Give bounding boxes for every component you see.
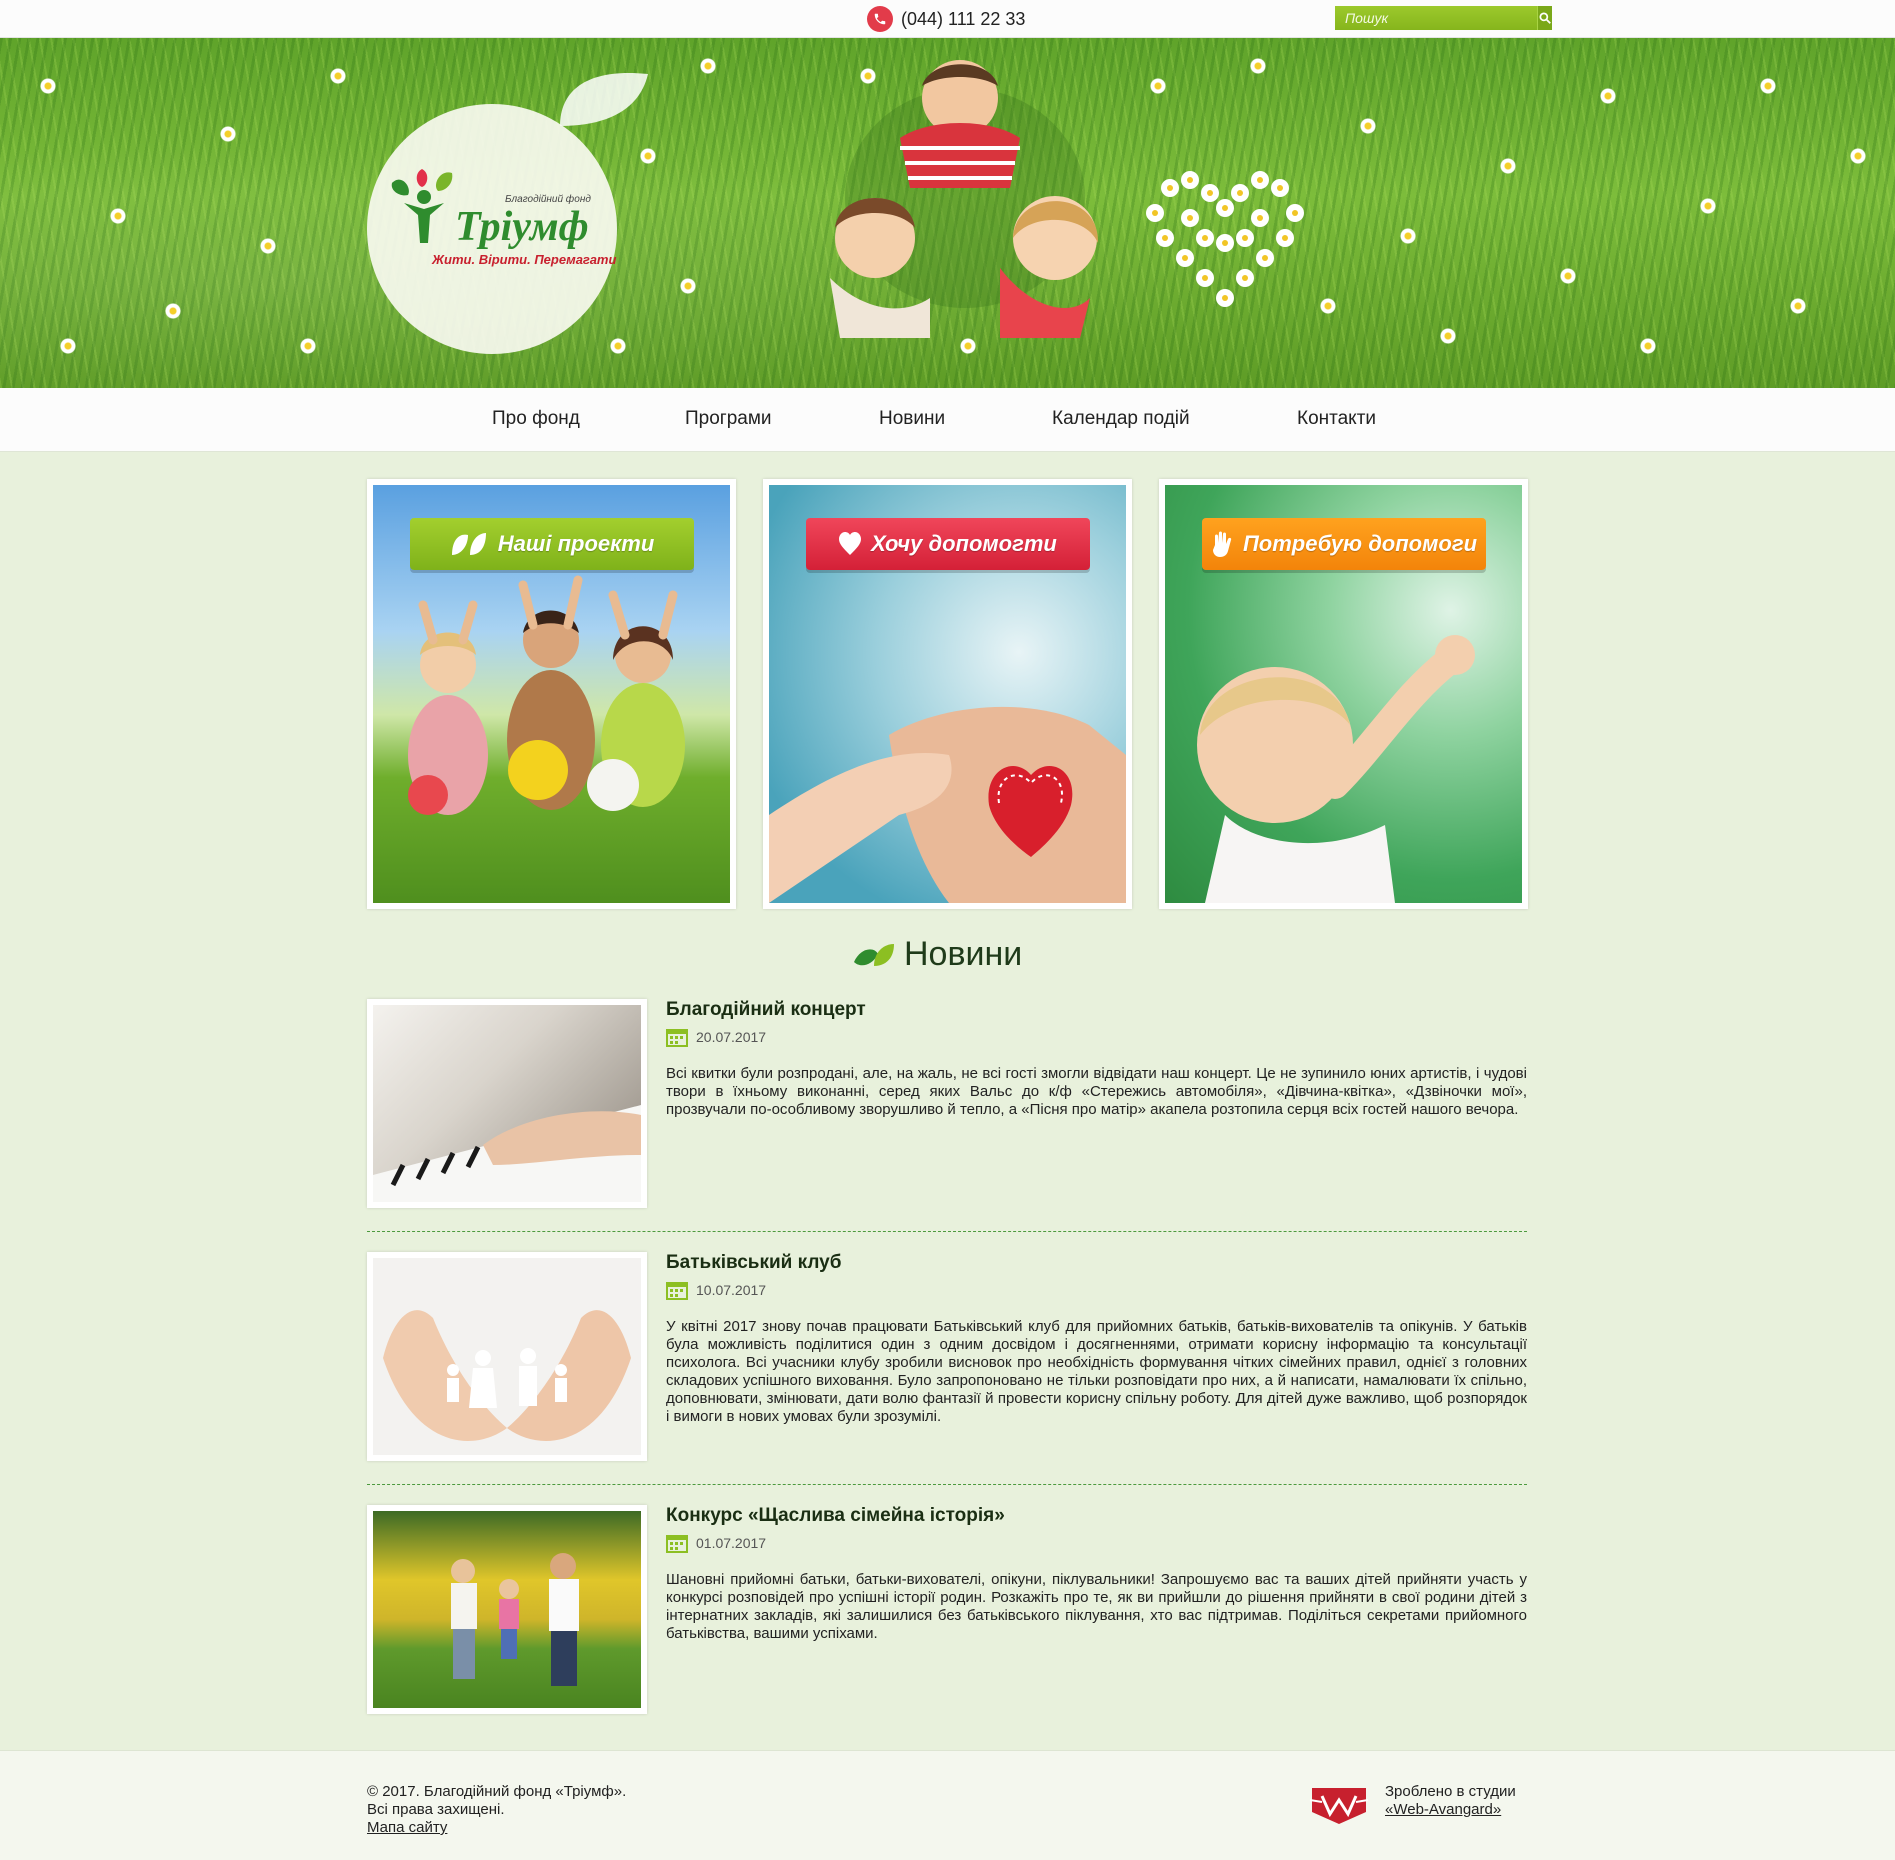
news-date-text: 10.07.2017: [696, 1282, 767, 1298]
news-date: 01.07.2017: [666, 1533, 766, 1553]
card-want-to-help[interactable]: Хочу допомогти: [763, 479, 1132, 909]
heart-icon: [839, 532, 862, 555]
logo-motto: Жити. Вірити. Перемагати: [432, 252, 617, 267]
news-title[interactable]: Батьківський клуб: [666, 1252, 841, 1274]
news-item: Батьківський клуб 10.07.2017 У квітні 20…: [367, 1252, 1527, 1462]
news-item: Благодійний концерт 20.07.2017 Всі квитк…: [367, 999, 1527, 1209]
card-our-projects[interactable]: Наші проекти: [367, 479, 736, 909]
logo-figure-icon: [391, 169, 453, 243]
logo-title: Тріумф: [455, 204, 589, 250]
calendar-icon: [666, 1029, 688, 1047]
need-help-label: Потребую допомоги: [1242, 531, 1478, 556]
news-divider: [367, 1484, 1527, 1485]
news-title[interactable]: Благодійний концерт: [666, 999, 866, 1021]
calendar-icon: [666, 1282, 688, 1300]
card-image-hands-heart: Хочу допомогти: [769, 485, 1126, 903]
card-image-baby: Потребую допомоги: [1165, 485, 1522, 903]
card-image-kids: Наші проекти: [373, 485, 730, 903]
phone-icon: [867, 6, 893, 32]
top-bar: (044) 111 22 33: [0, 0, 1895, 38]
made-by-text: Зроблено в студии: [1385, 1783, 1516, 1800]
nav-item-about[interactable]: Про фонд: [492, 408, 580, 430]
search-icon: [1539, 12, 1551, 24]
news-date: 20.07.2017: [666, 1027, 766, 1047]
leaves-icon: [854, 943, 894, 966]
copyright-line-2: Всі права захищені.: [367, 1801, 505, 1818]
news-text: Шановні прийомні батьки, батьки-виховате…: [666, 1571, 1527, 1642]
news-date-text: 01.07.2017: [696, 1535, 767, 1551]
sitemap-link[interactable]: Мапа сайту: [367, 1819, 447, 1836]
news-item: Конкурс «Щаслива сімейна історія» 01.07.…: [367, 1505, 1527, 1715]
hand-icon: [1212, 531, 1232, 557]
footer: © 2017. Благодійний фонд «Тріумф». Всі п…: [0, 1750, 1895, 1860]
nav-item-news[interactable]: Новини: [879, 408, 945, 430]
our-projects-label: Наші проекти: [497, 531, 655, 556]
kids-photo: [830, 60, 1099, 338]
hero-banner: Благодійний фонд Тріумф Жити. Вірити. Пе…: [0, 38, 1895, 388]
nav-item-calendar[interactable]: Календар подій: [1052, 408, 1190, 430]
news-date: 10.07.2017: [666, 1280, 766, 1300]
our-projects-button[interactable]: Наші проекти: [410, 518, 694, 570]
want-to-help-button[interactable]: Хочу допомогти: [806, 518, 1090, 570]
copyright-line-1: © 2017. Благодійний фонд «Тріумф».: [367, 1783, 627, 1800]
main-nav: Про фонд Програми Новини Календар подій …: [0, 388, 1895, 452]
news-date-text: 20.07.2017: [696, 1029, 767, 1045]
footer-studio: Зроблено в студии «Web-Avangard»: [1385, 1783, 1516, 1819]
news-heading-text: Новини: [904, 935, 1023, 973]
logo-leaf-icon: [560, 72, 648, 126]
news-thumbnail[interactable]: [367, 1505, 647, 1714]
news-text: У квітні 2017 знову почав працювати Бать…: [666, 1318, 1527, 1425]
search-button[interactable]: [1537, 6, 1552, 30]
leaves-icon: [451, 533, 486, 555]
news-divider: [367, 1231, 1527, 1232]
phone-number: (044) 111 22 33: [901, 8, 1026, 29]
need-help-button[interactable]: Потребую допомоги: [1202, 518, 1486, 570]
news-thumbnail[interactable]: [367, 999, 647, 1208]
news-text: Всі квитки були розпродані, але, на жаль…: [666, 1065, 1527, 1118]
news-title[interactable]: Конкурс «Щаслива сімейна історія»: [666, 1505, 1005, 1527]
news-thumbnail[interactable]: [367, 1252, 647, 1461]
nav-item-programs[interactable]: Програми: [685, 408, 772, 430]
search-box: [1335, 6, 1552, 30]
studio-logo-icon[interactable]: [1308, 1784, 1370, 1826]
heart-of-daisies: [1146, 171, 1304, 307]
news-section-heading: Новини: [852, 935, 1022, 974]
footer-copyright: © 2017. Благодійний фонд «Тріумф». Всі п…: [367, 1783, 626, 1837]
want-to-help-label: Хочу допомогти: [871, 531, 1057, 556]
card-need-help[interactable]: Потребую допомоги: [1159, 479, 1528, 909]
nav-item-contacts[interactable]: Контакти: [1297, 408, 1376, 430]
search-input[interactable]: [1335, 6, 1537, 30]
calendar-icon: [666, 1535, 688, 1553]
phone-contact[interactable]: (044) 111 22 33: [867, 6, 1025, 32]
studio-link[interactable]: «Web-Avangard»: [1385, 1801, 1501, 1818]
